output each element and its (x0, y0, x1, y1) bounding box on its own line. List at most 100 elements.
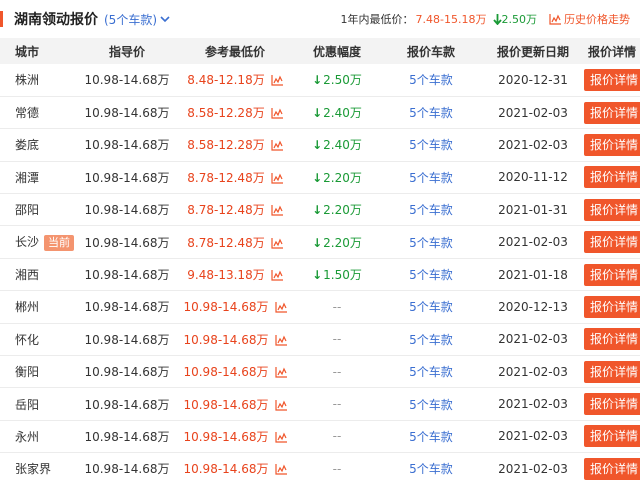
updated-date-cell: 2020-12-13 (498, 299, 568, 314)
arrow-down-icon: ↓ (312, 73, 323, 88)
price-history-link[interactable]: 历史价格走势 (549, 11, 630, 27)
model-count-dropdown[interactable]: (5个车款) (104, 11, 170, 28)
table-row: 衡阳 10.98-14.68万 10.98-14.68万 -- 5个车款 2021-02-… (0, 356, 640, 388)
updated-date-cell: 2020-12-31 (498, 72, 568, 87)
arrow-down-icon: ↓ (312, 106, 323, 121)
arrow-down-icon: ↓ (312, 268, 323, 283)
msrp-cell: 10.98-14.68万 (84, 429, 170, 444)
ref-price-value: 8.78-12.48万 (187, 235, 265, 250)
city-cell: 长沙 当前 (0, 226, 78, 258)
models-link[interactable]: 5个车款 (409, 398, 453, 412)
models-link[interactable]: 5个车款 (409, 462, 453, 476)
price-details-button[interactable]: 报价详情 (584, 198, 640, 221)
models-link[interactable]: 5个车款 (409, 73, 453, 87)
city-cell: 湘潭 (0, 161, 78, 193)
price-trend-icon[interactable] (271, 237, 283, 249)
ref-price-cell: 8.58-12.28万 (176, 129, 294, 161)
max-discount: 2.50万 (492, 11, 537, 27)
discount-cell: ↓1.50万 (294, 258, 380, 290)
chevron-down-icon (160, 16, 170, 23)
price-details-button[interactable]: 报价详情 (584, 425, 640, 448)
ref-price-cell: 10.98-14.68万 (176, 420, 294, 452)
models-link[interactable]: 5个车款 (409, 203, 453, 217)
city-cell: 郴州 (0, 291, 78, 323)
page-title: 湖南领动报价 (14, 12, 98, 28)
models-cell: 5个车款 (380, 161, 482, 193)
msrp-cell: 10.98-14.68万 (84, 300, 170, 315)
price-trend-icon[interactable] (274, 334, 287, 346)
col-header-ref-price: 参考最低价 (204, 44, 265, 59)
price-details-button[interactable]: 报价详情 (584, 231, 640, 254)
msrp-cell: 10.98-14.68万 (84, 397, 170, 412)
price-details-button[interactable]: 报价详情 (584, 328, 640, 351)
models-link[interactable]: 5个车款 (409, 236, 453, 250)
lowest-price-range: 7.48-15.18万 (415, 13, 487, 26)
models-link[interactable]: 5个车款 (409, 106, 453, 120)
details-cell: 报价详情 (584, 96, 640, 128)
price-details-button[interactable]: 报价详情 (584, 68, 640, 91)
discount-value: -- (332, 461, 342, 476)
ref-price-cell: 8.78-12.48万 (176, 161, 294, 193)
models-cell: 5个车款 (380, 96, 482, 128)
price-trend-icon[interactable] (271, 205, 283, 216)
updated-date-cell: 2021-02-03 (498, 105, 568, 120)
details-cell: 报价详情 (584, 226, 640, 258)
city-cell: 邵阳 (0, 194, 78, 226)
arrow-down-icon: ↓ (312, 138, 323, 153)
city-cell: 常德 (0, 96, 78, 128)
price-trend-icon[interactable] (271, 270, 283, 281)
price-details-button[interactable]: 报价详情 (584, 295, 640, 318)
price-details-button[interactable]: 报价详情 (584, 393, 640, 416)
models-link[interactable]: 5个车款 (409, 300, 453, 314)
models-link[interactable]: 5个车款 (409, 333, 453, 347)
price-details-button[interactable]: 报价详情 (584, 101, 640, 124)
updated-date-cell: 2021-02-03 (498, 364, 568, 379)
details-cell: 报价详情 (584, 258, 640, 290)
models-link[interactable]: 5个车款 (409, 268, 453, 282)
models-link[interactable]: 5个车款 (409, 365, 453, 379)
discount-cell: ↓2.50万 (294, 64, 380, 96)
price-trend-icon[interactable] (271, 140, 283, 152)
ref-price-value: 8.58-12.28万 (187, 106, 265, 121)
details-cell: 报价详情 (584, 388, 640, 420)
table-row: 株洲 10.98-14.68万 8.48-12.18万 ↓2.50万 5个车款 2020-… (0, 64, 640, 97)
table-row: 郴州 10.98-14.68万 10.98-14.68万 -- 5个车款 2020-12-… (0, 291, 640, 324)
price-trend-icon[interactable] (274, 431, 287, 443)
price-trend-icon[interactable] (274, 302, 287, 314)
updated-date-cell: 2021-02-03 (498, 429, 568, 444)
models-link[interactable]: 5个车款 (409, 138, 453, 152)
city-name: 株洲 (15, 73, 40, 88)
city-name: 岳阳 (15, 397, 40, 412)
models-cell: 5个车款 (380, 258, 482, 290)
price-trend-icon[interactable] (274, 399, 287, 411)
price-details-button[interactable]: 报价详情 (584, 263, 640, 286)
discount-cell: ↓2.20万 (294, 194, 380, 226)
price-details-button[interactable]: 报价详情 (584, 166, 640, 189)
price-trend-icon[interactable] (274, 464, 287, 475)
table-row: 岳阳 10.98-14.68万 10.98-14.68万 -- 5个车款 2021-02-… (0, 388, 640, 421)
price-details-button[interactable]: 报价详情 (584, 457, 640, 480)
discount-cell: -- (294, 356, 380, 388)
price-details-button[interactable]: 报价详情 (584, 133, 640, 156)
updated-date-cell: 2021-02-03 (498, 137, 568, 152)
ref-price-cell: 8.48-12.18万 (176, 64, 294, 96)
price-details-button[interactable]: 报价详情 (584, 360, 640, 383)
col-header-updated: 报价更新日期 (496, 44, 569, 59)
discount-value: 2.40万 (323, 138, 362, 153)
city-cell: 娄底 (0, 129, 78, 161)
updated-date-cell: 2021-01-31 (498, 202, 568, 217)
models-cell: 5个车款 (380, 129, 482, 161)
price-trend-icon[interactable] (271, 75, 283, 87)
price-trend-icon[interactable] (271, 172, 283, 184)
header-summary: 1年内最低价： 7.48-15.18万 2.50万 历史价格走势 (341, 11, 630, 27)
ref-price-value: 8.48-12.18万 (187, 73, 265, 88)
city-name: 张家界 (15, 462, 52, 477)
details-cell: 报价详情 (584, 323, 640, 355)
price-trend-icon[interactable] (271, 108, 283, 119)
arrow-down-icon (492, 13, 502, 25)
price-trend-icon[interactable] (274, 367, 287, 378)
discount-cell: -- (294, 420, 380, 452)
updated-date-cell: 2021-02-03 (498, 332, 568, 347)
models-link[interactable]: 5个车款 (409, 171, 453, 185)
models-link[interactable]: 5个车款 (409, 430, 453, 444)
